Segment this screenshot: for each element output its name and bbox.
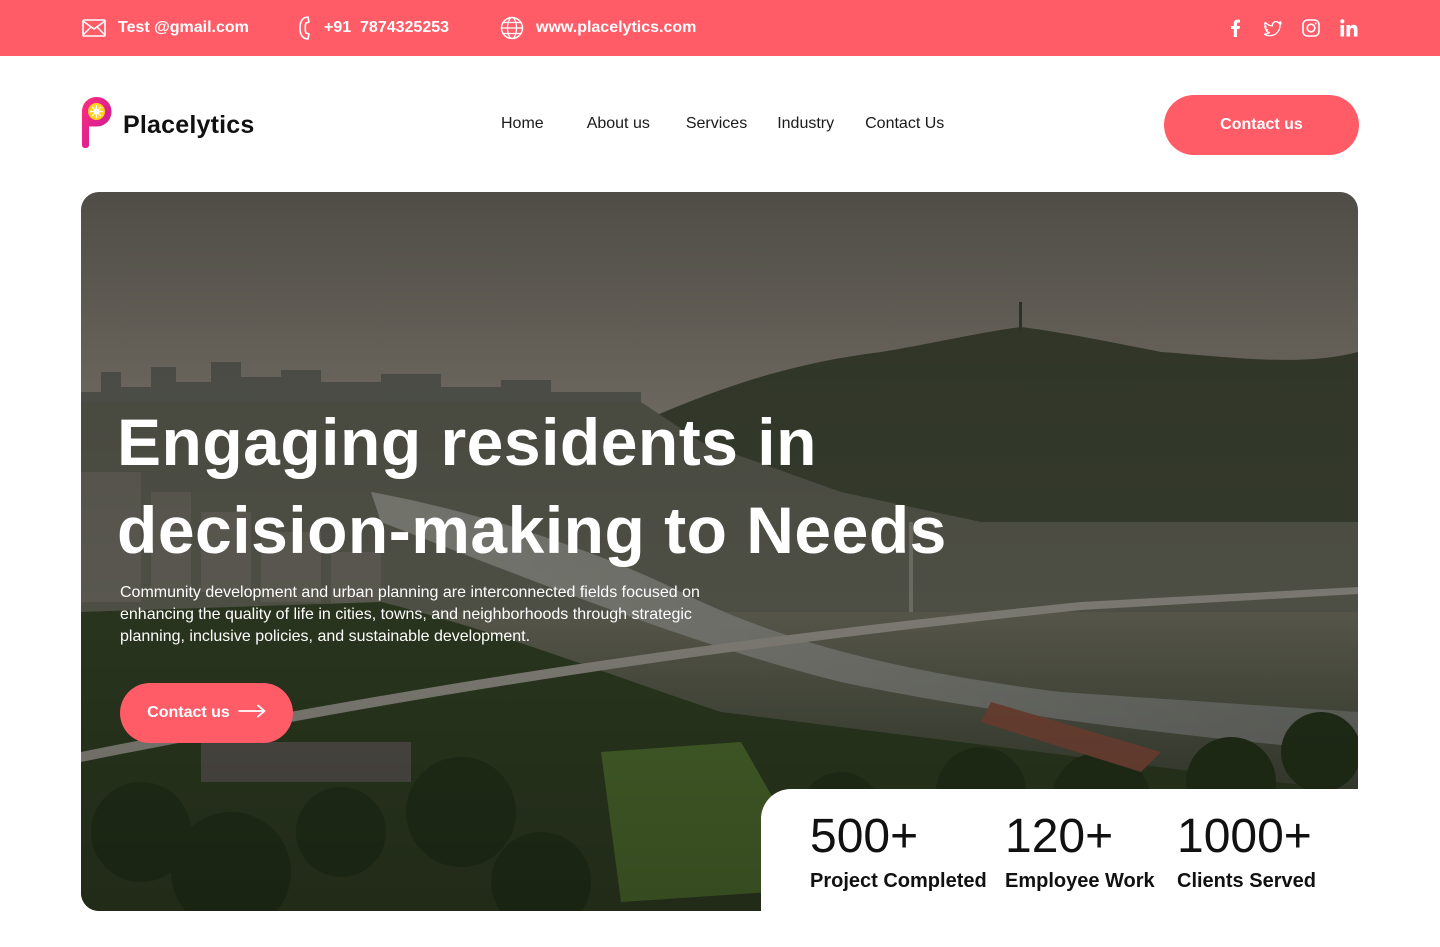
linkedin-icon[interactable]: [1340, 19, 1358, 37]
stat-clients: 1000+ Clients Served: [1177, 811, 1316, 893]
hero-heading: Engaging residents in decision-making to…: [117, 398, 1117, 574]
twitter-icon[interactable]: [1264, 19, 1282, 37]
instagram-icon[interactable]: [1302, 19, 1320, 37]
phone-icon: [298, 15, 312, 41]
stat-label: Clients Served: [1177, 870, 1316, 892]
hero-heading-line-1: Engaging residents in: [117, 405, 817, 479]
nav-industry[interactable]: Industry: [777, 114, 834, 134]
nav-services[interactable]: Services: [686, 114, 747, 134]
nav-contact-us[interactable]: Contact Us: [865, 114, 944, 134]
email-text: Test @gmail.com: [118, 19, 249, 36]
stat-value: 1000+: [1177, 810, 1312, 863]
globe-icon: [500, 16, 524, 40]
placelytics-logo-icon: [80, 96, 113, 154]
stat-label: Employee Work: [1005, 870, 1155, 892]
stat-projects: 500+ Project Completed: [810, 811, 987, 893]
hero-contact-button[interactable]: Contact us: [120, 683, 293, 743]
facebook-icon[interactable]: [1226, 19, 1244, 37]
website-contact[interactable]: www.placelytics.com: [500, 0, 696, 56]
top-contact-bar: Test @gmail.com +91 7874325253 www.place…: [0, 0, 1440, 56]
hero-description: Community development and urban planning…: [120, 584, 700, 645]
stat-employees: 120+ Employee Work: [1005, 811, 1155, 893]
arrow-right-icon: [237, 704, 266, 723]
stat-label: Project Completed: [810, 870, 987, 892]
hero-heading-line-2: decision-making to Needs: [117, 493, 947, 567]
mail-icon: [82, 19, 106, 37]
social-links: [1226, 0, 1358, 56]
phone-text: +91 7874325253: [324, 19, 450, 36]
nav-home[interactable]: Home: [501, 114, 544, 134]
stat-value: 120+: [1005, 810, 1114, 863]
website-text: www.placelytics.com: [536, 19, 697, 36]
header-contact-button[interactable]: Contact us: [1164, 95, 1359, 155]
hero-contact-label: Contact us: [147, 704, 230, 721]
stats-card: 500+ Project Completed 120+ Employee Wor…: [761, 789, 1358, 911]
main-navigation: Home About us Services Industry Contact …: [501, 114, 944, 134]
nav-about-us[interactable]: About us: [587, 114, 650, 134]
brand-logo[interactable]: Placelytics: [80, 96, 254, 154]
stat-value: 500+: [810, 810, 919, 863]
phone-contact[interactable]: +91 7874325253: [298, 0, 449, 56]
brand-name: Placelytics: [123, 110, 255, 139]
email-contact[interactable]: Test @gmail.com: [82, 0, 249, 56]
